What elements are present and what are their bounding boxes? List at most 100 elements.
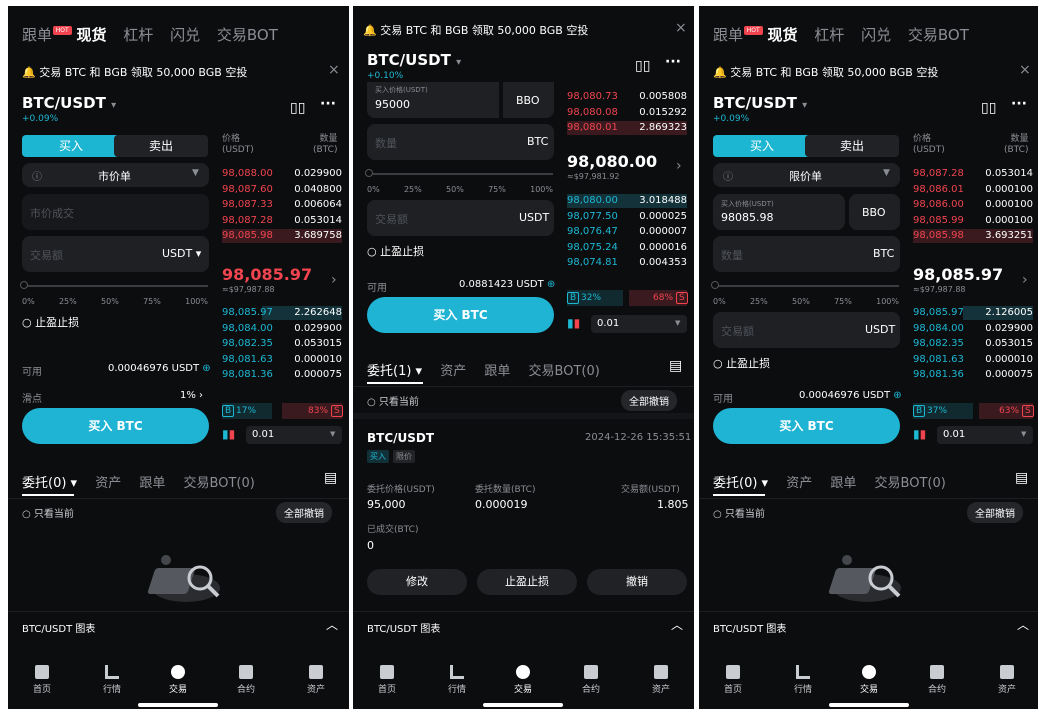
tab-futures[interactable]: 合约	[571, 665, 611, 695]
bid-row[interactable]: 98,085.97 2.126005	[913, 305, 1033, 321]
slider-handle[interactable]	[20, 281, 28, 289]
tab-assets-nav[interactable]: 资产	[641, 665, 681, 695]
buy-btc-button[interactable]: 买入 BTC	[367, 297, 554, 333]
cancel-all-button[interactable]: 全部撤销	[967, 502, 1023, 523]
cancel-all-button[interactable]: 全部撤销	[621, 390, 677, 411]
tpsl-button[interactable]: 止盈止损	[477, 569, 577, 595]
tab-trade[interactable]: 交易	[503, 665, 543, 695]
candlestick-icon[interactable]: ▯▯	[981, 100, 996, 116]
order-history-icon[interactable]: ▤	[669, 358, 682, 374]
pair-selector[interactable]: BTC/USDT ▾	[367, 51, 461, 69]
unit-select[interactable]: USDT ▾	[162, 247, 201, 260]
bid-row[interactable]: 98,076.47 0.000007	[567, 224, 687, 240]
tab-home[interactable]: 首页	[22, 665, 62, 695]
tpsl-checkbox[interactable]: ○ 止盈止损	[367, 243, 424, 259]
cancel-all-button[interactable]: 全部撤销	[276, 502, 332, 523]
ask-row[interactable]: 98,080.08 0.015292	[567, 105, 687, 121]
tab-home[interactable]: 首页	[713, 665, 753, 695]
tab-copy[interactable]: 跟单	[830, 476, 856, 491]
tab-orders[interactable]: 委托(0) ▾	[713, 476, 768, 491]
tab-assets-nav[interactable]: 资产	[987, 665, 1027, 695]
bid-row[interactable]: 98,074.81 0.004353	[567, 255, 687, 271]
ask-row[interactable]: 98,087.28 0.053014	[913, 166, 1033, 182]
limit-price-input[interactable]: 买入价格(USDT) 98085.98	[713, 194, 845, 230]
nav-bot[interactable]: 交易BOT	[217, 26, 278, 44]
modify-button[interactable]: 修改	[367, 569, 467, 595]
slider-handle[interactable]	[711, 281, 719, 289]
buy-tab[interactable]: 买入	[713, 135, 811, 157]
close-icon[interactable]: ×	[1019, 62, 1031, 78]
amount-slider[interactable]	[22, 285, 208, 287]
ask-row[interactable]: 98,087.33 0.006064	[222, 197, 342, 213]
only-current-checkbox[interactable]: ○ 只看当前	[367, 393, 419, 408]
bid-row[interactable]: 98,085.97 2.262648	[222, 305, 342, 321]
ask-row[interactable]: 98,080.73 0.005808	[567, 89, 687, 105]
ask-row[interactable]: 98,085.98 3.693251	[913, 228, 1033, 244]
bid-row[interactable]: 98,082.35 0.053015	[913, 336, 1033, 352]
tab-market[interactable]: 行情	[437, 665, 477, 695]
tab-assets[interactable]: 资产	[95, 476, 121, 491]
nav-swap[interactable]: 闪兑	[861, 26, 891, 44]
only-current-checkbox[interactable]: ○ 只看当前	[22, 505, 74, 520]
quantity-input[interactable]: 数量 BTC	[713, 236, 900, 272]
bid-row[interactable]: 98,082.35 0.053015	[222, 336, 342, 352]
ask-row[interactable]: 98,080.01 2.869323	[567, 120, 687, 136]
chart-toggle-label[interactable]: BTC/USDT 图表	[713, 620, 786, 635]
nav-bot[interactable]: 交易BOT	[908, 26, 969, 44]
amount-slider[interactable]	[713, 285, 899, 287]
tab-bot[interactable]: 交易BOT(0)	[184, 476, 255, 491]
chevron-right-icon[interactable]: ›	[1022, 272, 1028, 288]
amount-input[interactable]: 交易额 USDT	[367, 200, 554, 236]
nav-margin[interactable]: 杠杆	[814, 26, 844, 44]
ask-row[interactable]: 98,087.60 0.040800	[222, 182, 342, 198]
bid-row[interactable]: 98,084.00 0.029900	[913, 321, 1033, 337]
buy-btc-button[interactable]: 买入 BTC	[713, 408, 900, 444]
ask-row[interactable]: 98,085.98 3.689758	[222, 228, 342, 244]
precision-select[interactable]: 0.01 ▼	[246, 426, 342, 444]
bid-row[interactable]: 98,084.00 0.029900	[222, 321, 342, 337]
pair-selector[interactable]: BTC/USDT ▾	[713, 94, 807, 112]
chevron-up-icon[interactable]: ︿	[671, 616, 683, 633]
tab-copy[interactable]: 跟单	[139, 476, 165, 491]
tab-assets[interactable]: 资产	[786, 476, 812, 491]
notice-bar[interactable]: 🔔 交易 BTC 和 BGB 领取 50,000 BGB 空投	[713, 64, 938, 80]
tab-assets-nav[interactable]: 资产	[296, 665, 336, 695]
buy-btc-button[interactable]: 买入 BTC	[22, 408, 209, 444]
nav-spot[interactable]: 现货	[76, 26, 106, 44]
more-icon[interactable]: ···	[1011, 96, 1027, 112]
quantity-input[interactable]: 数量 BTC	[367, 124, 554, 160]
chart-toggle-label[interactable]: BTC/USDT 图表	[367, 620, 440, 635]
order-type-select[interactable]: ⓘ 限价单 ▼	[713, 163, 900, 187]
limit-price-input[interactable]: 买入价格(USDT) 95000	[367, 82, 499, 118]
add-funds-icon[interactable]: ⊕	[893, 390, 901, 401]
slider-handle[interactable]	[365, 169, 373, 177]
sell-tab[interactable]: 卖出	[805, 135, 899, 157]
slippage-value[interactable]: 1% ›	[180, 390, 203, 401]
only-current-checkbox[interactable]: ○ 只看当前	[713, 505, 765, 520]
ask-row[interactable]: 98,086.01 0.000100	[913, 182, 1033, 198]
nav-copy-trade[interactable]: 跟单	[22, 26, 52, 44]
tab-home[interactable]: 首页	[367, 665, 407, 695]
tab-copy[interactable]: 跟单	[484, 364, 510, 379]
chevron-right-icon[interactable]: ›	[676, 158, 682, 174]
order-type-select[interactable]: ⓘ 市价单 ▼	[22, 163, 209, 187]
nav-swap[interactable]: 闪兑	[170, 26, 200, 44]
depth-mode-icon[interactable]: ▮▮	[222, 427, 235, 441]
ask-row[interactable]: 98,085.99 0.000100	[913, 213, 1033, 229]
nav-spot[interactable]: 现货	[767, 26, 797, 44]
notice-bar[interactable]: 🔔 交易 BTC 和 BGB 领取 50,000 BGB 空投	[22, 64, 247, 80]
precision-select[interactable]: 0.01 ▼	[591, 315, 687, 333]
tab-assets[interactable]: 资产	[440, 364, 466, 379]
ask-row[interactable]: 98,088.00 0.029900	[222, 166, 342, 182]
tab-market[interactable]: 行情	[783, 665, 823, 695]
pair-selector[interactable]: BTC/USDT ▾	[22, 94, 116, 112]
ask-row[interactable]: 98,086.00 0.000100	[913, 197, 1033, 213]
tpsl-checkbox[interactable]: ○ 止盈止损	[22, 314, 79, 330]
notice-bar[interactable]: 🔔 交易 BTC 和 BGB 领取 50,000 BGB 空投	[363, 22, 588, 38]
tab-orders[interactable]: 委托(0) ▾	[22, 476, 77, 491]
add-funds-icon[interactable]: ⊕	[202, 363, 210, 374]
amount-input[interactable]: 交易额 USDT ▾	[22, 236, 209, 272]
bid-row[interactable]: 98,075.24 0.000016	[567, 240, 687, 256]
candlestick-icon[interactable]: ▯▯	[290, 100, 305, 116]
depth-mode-icon[interactable]: ▮▮	[567, 316, 580, 330]
